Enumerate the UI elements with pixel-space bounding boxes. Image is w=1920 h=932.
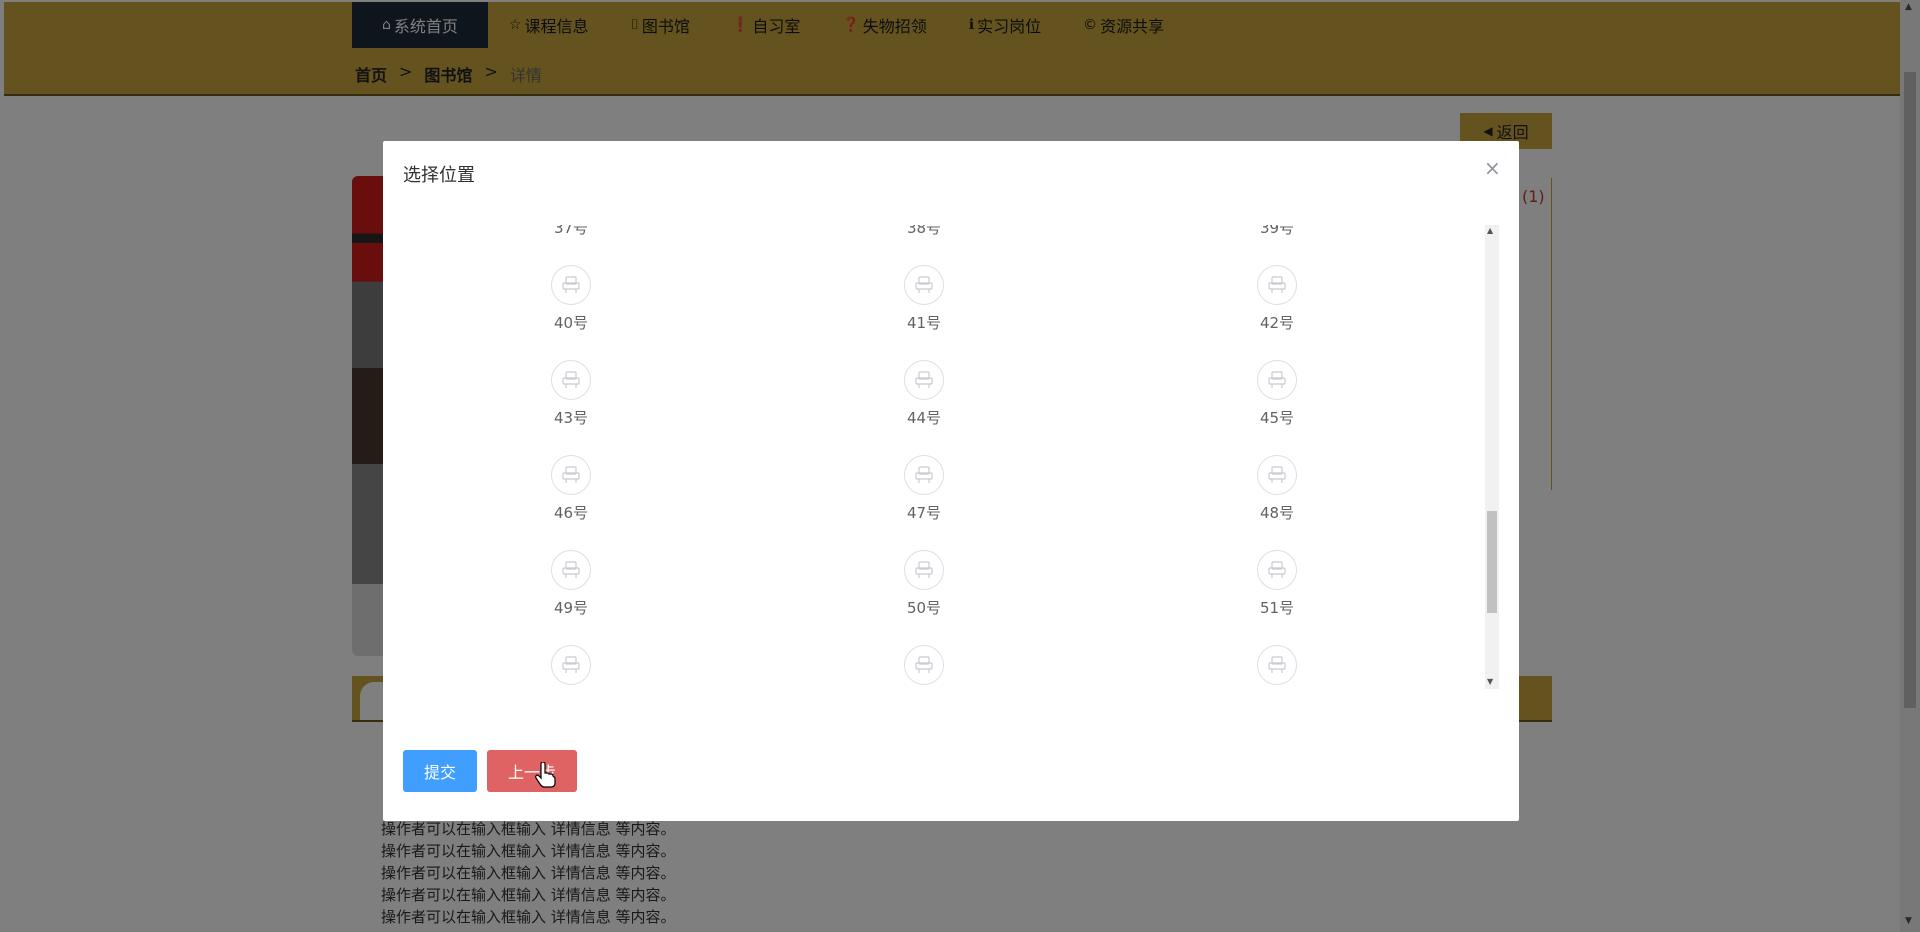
seat-option[interactable]: 54号	[1227, 645, 1327, 689]
seat-option[interactable]: 50号	[874, 550, 974, 618]
seat-row: 43号 44号 45号	[403, 360, 1485, 455]
seat-label: 46号	[553, 504, 589, 522]
seat-icon	[1257, 455, 1297, 495]
seat-list: 37号 38号 39号 40号 41号 42号 43号 44号 45号 46号 47号 48号 49号 5…	[403, 225, 1485, 689]
seat-label: 45号	[1259, 409, 1295, 427]
seat-label: 40号	[553, 314, 589, 332]
seat-row: 52号 53号 54号	[403, 645, 1485, 689]
seat-option[interactable]: 41号	[874, 265, 974, 333]
seat-icon	[1257, 360, 1297, 400]
seat-option[interactable]: 44号	[874, 360, 974, 428]
seat-label: 50号	[906, 599, 942, 617]
select-seat-dialog: 选择位置 × 37号 38号 39号 40号 41号 42号 43号 44号 45号 46号 47号…	[383, 141, 1519, 821]
seat-label: 37号	[553, 225, 589, 237]
seat-label: 39号	[1259, 225, 1295, 237]
seat-option[interactable]: 47号	[874, 455, 974, 523]
seat-label: 47号	[906, 504, 942, 522]
seat-list-scrollbar-thumb[interactable]	[1487, 511, 1497, 613]
seat-option[interactable]: 48号	[1227, 455, 1327, 523]
seat-row: 49号 50号 51号	[403, 550, 1485, 645]
seat-option[interactable]: 43号	[521, 360, 621, 428]
seat-label: 44号	[906, 409, 942, 427]
seat-icon	[1257, 265, 1297, 305]
seat-label: 51号	[1259, 599, 1295, 617]
seat-option[interactable]: 39号	[1227, 225, 1327, 238]
seat-icon	[551, 645, 591, 685]
seat-icon	[551, 360, 591, 400]
seat-icon	[904, 645, 944, 685]
seat-icon	[551, 265, 591, 305]
seat-option[interactable]: 49号	[521, 550, 621, 618]
dialog-title: 选择位置	[403, 165, 475, 186]
seat-option[interactable]: 52号	[521, 645, 621, 689]
seat-icon	[904, 550, 944, 590]
seat-option[interactable]: 40号	[521, 265, 621, 333]
seat-option[interactable]: 53号	[874, 645, 974, 689]
seat-grid: 37号 38号 39号 40号 41号 42号 43号 44号 45号 46号 47号 48号 49号 5…	[403, 225, 1485, 689]
seat-icon	[904, 455, 944, 495]
seat-row: 37号 38号 39号	[403, 225, 1485, 265]
seat-option[interactable]: 46号	[521, 455, 621, 523]
seat-icon	[904, 265, 944, 305]
scroll-down-icon[interactable]: ▼	[1487, 677, 1493, 686]
seat-label: 48号	[1259, 504, 1295, 522]
seat-row: 46号 47号 48号	[403, 455, 1485, 550]
seat-option[interactable]: 42号	[1227, 265, 1327, 333]
seat-icon	[551, 455, 591, 495]
seat-icon	[551, 550, 591, 590]
seat-label: 43号	[553, 409, 589, 427]
submit-button[interactable]: 提交	[403, 750, 477, 792]
seat-option[interactable]: 51号	[1227, 550, 1327, 618]
close-icon[interactable]: ×	[1484, 158, 1501, 178]
seat-label: 38号	[906, 225, 942, 237]
seat-icon	[904, 360, 944, 400]
seat-icon	[1257, 645, 1297, 685]
seat-option[interactable]: 38号	[874, 225, 974, 238]
seat-option[interactable]: 37号	[521, 225, 621, 238]
seat-option[interactable]: 45号	[1227, 360, 1327, 428]
seat-label: 41号	[906, 314, 942, 332]
seat-row: 40号 41号 42号	[403, 265, 1485, 360]
seat-icon	[1257, 550, 1297, 590]
seat-list-scrollbar[interactable]: ▲ ▼	[1485, 225, 1499, 689]
seat-label: 49号	[553, 599, 589, 617]
scroll-up-icon[interactable]: ▲	[1487, 226, 1493, 235]
previous-step-button[interactable]: 上一步	[487, 750, 577, 792]
seat-label: 42号	[1259, 314, 1295, 332]
